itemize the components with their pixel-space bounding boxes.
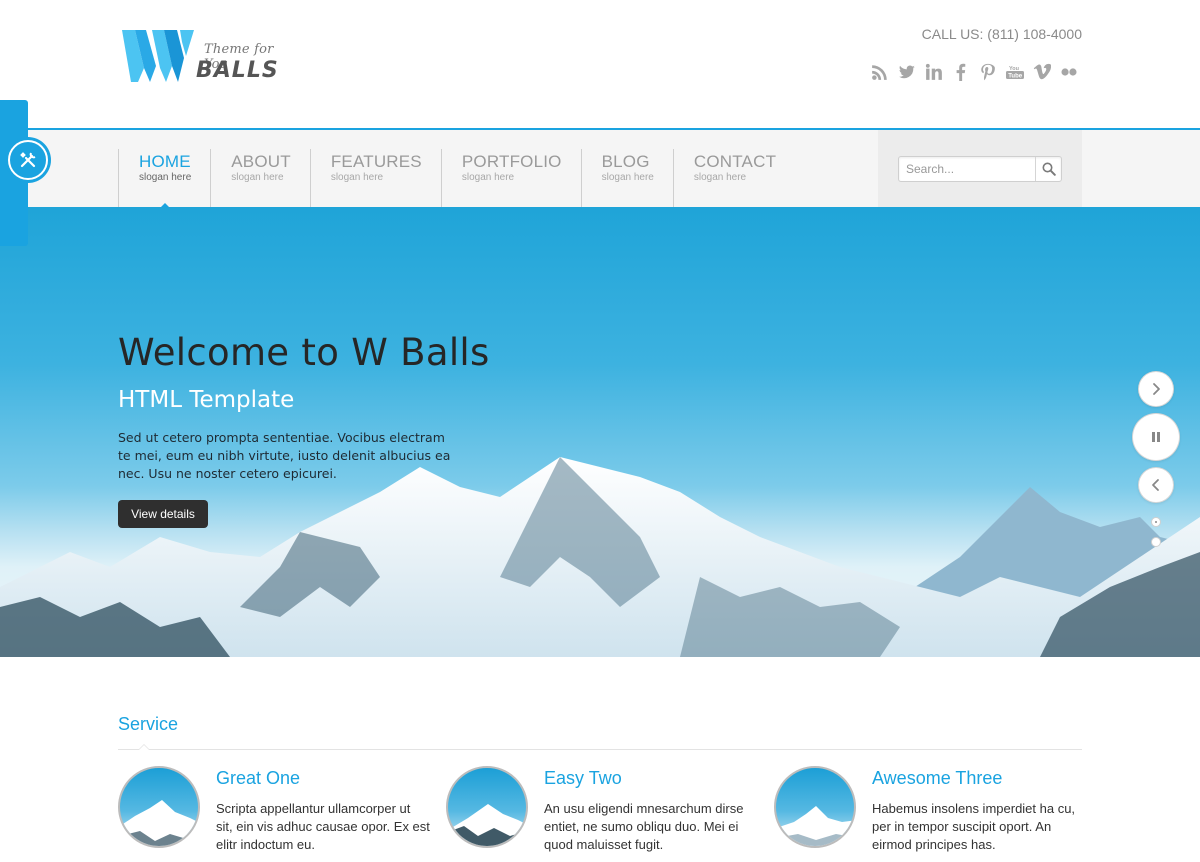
youtube-icon[interactable]: You Tube	[1001, 60, 1028, 84]
twitter-icon[interactable]	[893, 60, 920, 84]
hero-title: Welcome to W Balls	[118, 331, 490, 374]
tools-icon	[20, 152, 36, 168]
service-image	[118, 766, 200, 848]
style-switcher-tab[interactable]	[0, 100, 48, 246]
view-details-button[interactable]: View details	[118, 500, 208, 528]
service-text: Habemus insolens imperdiet ha cu, per in…	[872, 801, 1076, 852]
linkedin-icon[interactable]	[920, 60, 947, 84]
settings-toggle-button[interactable]	[8, 140, 48, 180]
service-image	[446, 766, 528, 848]
main-menu: HOME slogan here ABOUT slogan here FEATU…	[118, 149, 795, 209]
nav-slogan: slogan here	[231, 172, 284, 183]
nav-label: HOME	[139, 152, 191, 171]
slider-dot-1[interactable]	[1151, 517, 1161, 527]
nav-label: ABOUT	[231, 152, 291, 171]
hero-description: Sed ut cetero prompta sententiae. Vocibu…	[118, 430, 451, 481]
facebook-icon[interactable]	[947, 60, 974, 84]
nav-slogan: slogan here	[330, 172, 384, 183]
svg-text:Tube: Tube	[1008, 73, 1023, 79]
search-button[interactable]	[1035, 157, 1061, 181]
search-icon	[1042, 162, 1056, 176]
slider-next-button[interactable]	[1139, 372, 1173, 406]
service-item-2: Easy Two An usu eligendi mnesarchum dirs…	[446, 766, 756, 862]
hero-slider: Welcome to W Balls HTML Template Sed ut …	[0, 207, 1200, 657]
vimeo-icon[interactable]	[1028, 60, 1055, 84]
nav-label: FEATURES	[330, 152, 422, 171]
hero-subtitle: HTML Template	[118, 387, 295, 413]
chevron-left-icon	[1152, 479, 1159, 491]
nav-item-features[interactable]: FEATURES slogan here	[309, 149, 441, 209]
logo-w-mark	[122, 30, 194, 82]
service-image	[774, 766, 856, 848]
rss-icon[interactable]	[866, 60, 893, 84]
nav-slogan: slogan here	[601, 172, 654, 183]
site-header: Theme for You BALLS CALL US: (811) 108-4…	[0, 0, 1200, 128]
nav-label: BLOG	[601, 152, 650, 171]
slider-pause-button[interactable]	[1133, 414, 1179, 460]
services-heading: Service	[118, 714, 179, 734]
service-text: Scripta appellantur ullamcorper ut sit, …	[216, 801, 430, 852]
service-title[interactable]: Awesome Three	[872, 768, 1002, 789]
nav-slogan: slogan here	[461, 172, 515, 183]
chevron-right-icon	[1153, 383, 1160, 395]
nav-item-home[interactable]: HOME slogan here	[118, 149, 211, 209]
flickr-icon[interactable]	[1055, 60, 1082, 84]
services-divider-arrow	[138, 744, 150, 750]
nav-item-blog[interactable]: BLOG slogan here	[580, 149, 673, 209]
services-divider	[118, 749, 1082, 750]
nav-item-portfolio[interactable]: PORTFOLIO slogan here	[440, 149, 581, 209]
nav-slogan: slogan here	[139, 172, 192, 183]
logo-name: BALLS	[196, 58, 279, 83]
slider-prev-button[interactable]	[1139, 468, 1173, 502]
service-title[interactable]: Easy Two	[544, 768, 622, 789]
search-input[interactable]	[899, 157, 1033, 181]
call-us-text: CALL US: (811) 108-4000	[921, 26, 1082, 42]
service-item-3: Awesome Three Habemus insolens imperdiet…	[774, 766, 1084, 862]
nav-label: CONTACT	[693, 152, 777, 171]
nav-item-about[interactable]: ABOUT slogan here	[210, 149, 310, 209]
pinterest-icon[interactable]	[974, 60, 1001, 84]
main-navbar: HOME slogan here ABOUT slogan here FEATU…	[0, 128, 1200, 209]
pause-icon	[1152, 432, 1160, 442]
mountains-image	[0, 457, 1200, 657]
logo[interactable]: Theme for You BALLS	[122, 28, 292, 84]
service-item-1: Great One Scripta appellantur ullamcorpe…	[118, 766, 430, 862]
nav-item-contact[interactable]: CONTACT slogan here	[672, 149, 795, 209]
search-form	[898, 156, 1062, 182]
slider-dot-2[interactable]	[1151, 537, 1161, 547]
social-links: You Tube	[866, 60, 1082, 84]
nav-label: PORTFOLIO	[461, 152, 562, 171]
service-title[interactable]: Great One	[216, 768, 300, 789]
nav-slogan: slogan here	[693, 172, 747, 183]
search-area	[878, 130, 1082, 207]
service-text: An usu eligendi mnesarchum dirse entiet,…	[544, 801, 744, 852]
